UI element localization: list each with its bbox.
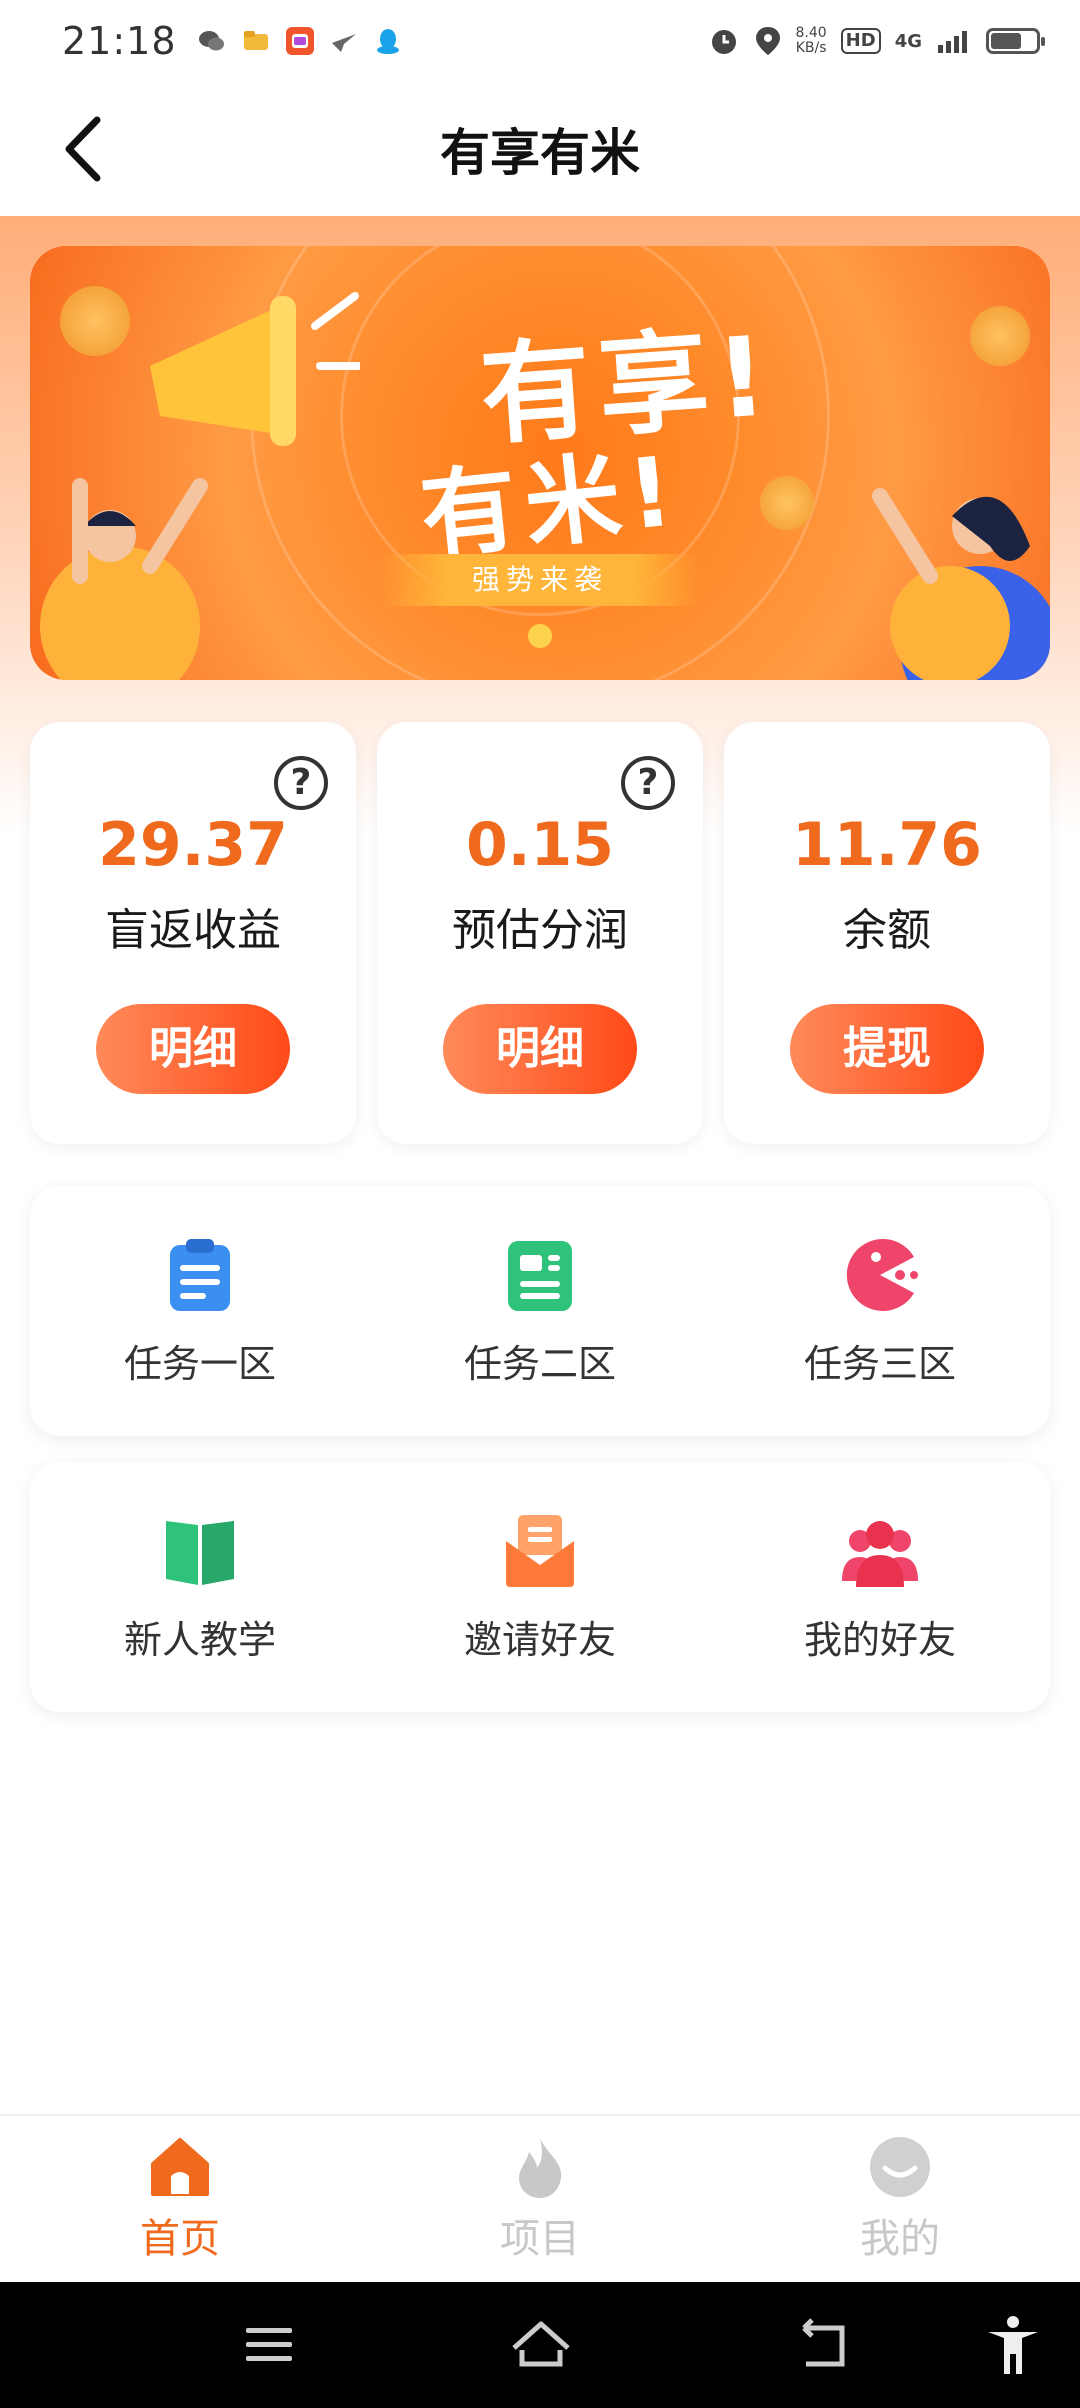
users-icon <box>842 1520 918 1587</box>
banner-ribbon: 强势来袭 <box>380 554 700 606</box>
help-icon[interactable]: ? <box>621 756 675 810</box>
coin-decoration <box>60 286 130 356</box>
withdraw-button[interactable]: 提现 <box>790 1004 984 1094</box>
location-icon <box>755 27 780 55</box>
speed-unit: KB/s <box>795 40 827 56</box>
home-button-icon[interactable] <box>508 2312 574 2378</box>
app-header: 有享有米 <box>0 82 1080 216</box>
banner-page-indicator[interactable] <box>528 624 552 648</box>
stat-card-rebate: ? 29.37 盲返收益 明细 <box>30 722 356 1144</box>
task-zone-1[interactable]: 任务一区 <box>30 1186 370 1436</box>
detail-button[interactable]: 明细 <box>96 1004 290 1094</box>
status-app-icons <box>197 26 403 56</box>
battery-icon <box>986 28 1045 54</box>
page-title: 有享有米 <box>440 124 640 182</box>
task-zones-card: 任务一区 任务二区 任务三区 <box>30 1186 1050 1436</box>
status-time: 21:18 <box>62 19 177 63</box>
system-navigation-bar <box>0 2282 1080 2408</box>
folder-icon <box>243 31 268 50</box>
tools-card: 新人教学 邀请好友 我的好友 <box>30 1462 1050 1712</box>
coin-decoration <box>970 306 1030 366</box>
envelope-icon <box>506 1514 574 1587</box>
task-zone-3[interactable]: 任务三区 <box>710 1186 1050 1436</box>
smile-icon <box>870 2137 930 2197</box>
home-icon <box>151 2138 209 2196</box>
stat-value: 0.15 <box>465 810 615 880</box>
task-zone-label: 任务二区 <box>463 1341 616 1386</box>
stat-card-profit-share: ? 0.15 预估分润 明细 <box>377 722 703 1144</box>
nav-label: 项目 <box>500 2216 580 2262</box>
task-zone-label: 任务一区 <box>123 1341 276 1386</box>
network-speed: 8.40 KB/s <box>796 26 827 56</box>
nav-home[interactable]: 首页 <box>0 2116 360 2282</box>
back-system-icon[interactable] <box>792 2312 858 2378</box>
person-left-illustration <box>40 478 208 680</box>
task-zone-2[interactable]: 任务二区 <box>370 1186 710 1436</box>
stat-label: 盲返收益 <box>105 905 281 956</box>
tool-tutorial[interactable]: 新人教学 <box>30 1462 370 1712</box>
stat-label: 余额 <box>843 905 931 956</box>
nav-label: 首页 <box>140 2216 220 2262</box>
qq-icon <box>376 29 399 54</box>
promo-banner[interactable]: 有享! 有米! 强势来袭 <box>30 246 1050 680</box>
document-icon <box>508 1240 572 1311</box>
stat-value: 11.76 <box>792 810 982 880</box>
tool-label: 新人教学 <box>123 1617 276 1662</box>
book-icon <box>166 1520 234 1585</box>
stat-label: 预估分润 <box>452 905 628 956</box>
taobao-icon <box>285 27 314 55</box>
fire-icon <box>519 2138 562 2198</box>
person-right-illustration <box>872 488 1050 680</box>
pacman-icon <box>846 1238 918 1311</box>
detail-button[interactable]: 明细 <box>443 1004 637 1094</box>
back-button[interactable] <box>50 116 116 182</box>
accessibility-icon[interactable] <box>980 2312 1046 2378</box>
speed-value: 8.40 <box>795 25 827 41</box>
chevron-left-icon <box>65 116 101 182</box>
clipboard-icon <box>170 1238 230 1311</box>
stat-value: 29.37 <box>98 810 288 880</box>
bottom-navigation: 首页 项目 我的 <box>0 2114 1080 2282</box>
menu-icon[interactable] <box>236 2312 302 2378</box>
alarm-icon <box>711 30 736 54</box>
network-type: 4G <box>894 30 922 52</box>
wechat-icon <box>198 31 224 51</box>
bird-icon <box>331 34 356 52</box>
help-icon[interactable]: ? <box>274 756 328 810</box>
coin-decoration <box>760 476 814 530</box>
nav-projects[interactable]: 项目 <box>360 2116 720 2282</box>
tool-invite-friends[interactable]: 邀请好友 <box>370 1462 710 1712</box>
battery-level <box>991 33 1021 49</box>
signal-icon <box>938 31 967 53</box>
stat-card-balance: 11.76 余额 提现 <box>724 722 1050 1144</box>
nav-label: 我的 <box>860 2216 940 2262</box>
tool-my-friends[interactable]: 我的好友 <box>710 1462 1050 1712</box>
status-indicators: 8.40 KB/s HD 4G <box>708 25 1045 57</box>
status-bar: 21:18 8.40 KB/s HD 4G <box>0 0 1080 82</box>
task-zone-label: 任务三区 <box>803 1341 956 1386</box>
nav-mine[interactable]: 我的 <box>720 2116 1080 2282</box>
tool-label: 邀请好友 <box>463 1617 616 1662</box>
tool-label: 我的好友 <box>803 1617 956 1662</box>
hd-badge: HD <box>840 28 881 54</box>
